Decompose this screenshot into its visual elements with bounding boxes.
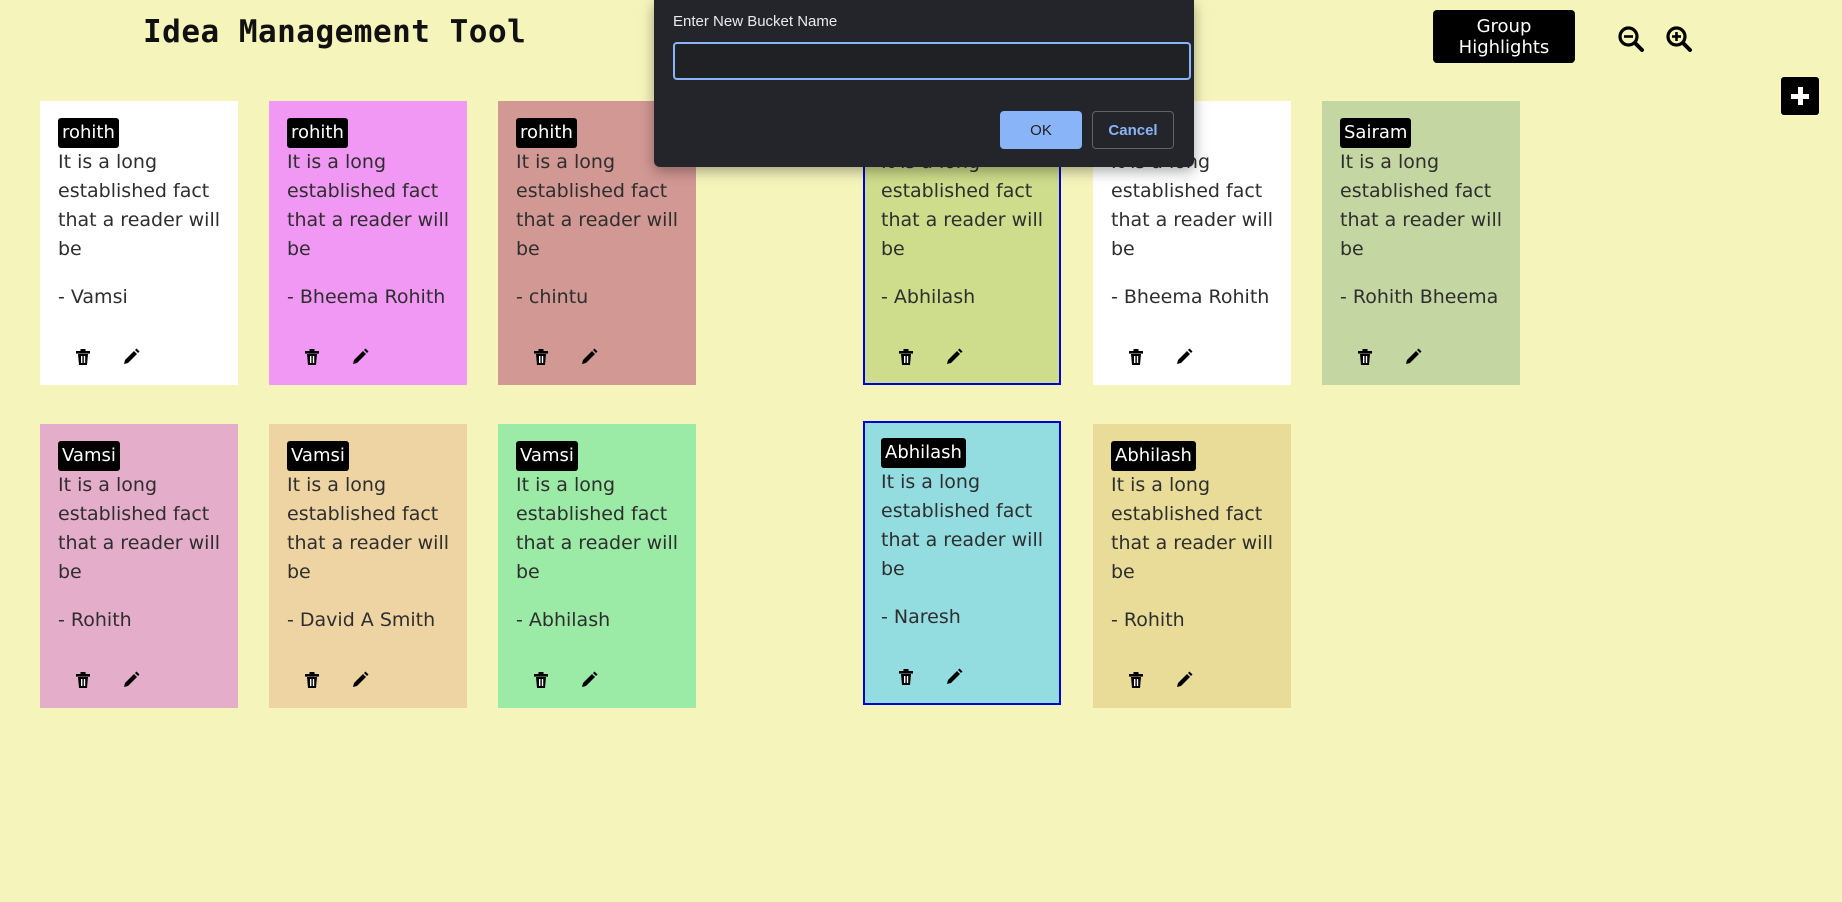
trash-icon[interactable] (1126, 670, 1146, 690)
trash-icon[interactable] (73, 347, 93, 367)
trash-icon[interactable] (302, 670, 322, 690)
card-text: It is a long established fact that a rea… (516, 474, 679, 583)
card-author: - Rohith (1111, 609, 1185, 631)
pencil-icon[interactable] (579, 670, 599, 690)
ok-button[interactable]: OK (1000, 111, 1082, 149)
dialog-prompt: Enter New Bucket Name (673, 13, 838, 30)
card-author: - Vamsi (58, 286, 128, 308)
idea-card[interactable]: Abhilash It is a long established fact th… (1093, 424, 1291, 708)
pencil-icon[interactable] (121, 347, 141, 367)
trash-icon[interactable] (1126, 347, 1146, 367)
card-author: - Abhilash (516, 609, 611, 631)
card-text: It is a long established fact that a rea… (1111, 474, 1274, 583)
idea-card[interactable]: Abhilash It is a long established fact th… (863, 421, 1061, 705)
trash-icon[interactable] (302, 347, 322, 367)
card-author: - Abhilash (881, 286, 976, 308)
pencil-icon[interactable] (121, 670, 141, 690)
card-text: It is a long established fact that a rea… (881, 471, 1044, 580)
card-owner-badge: Sairam (1340, 118, 1412, 148)
pencil-icon[interactable] (350, 347, 370, 367)
card-owner-badge: Vamsi (58, 441, 120, 471)
app-title: Idea Management Tool (143, 14, 527, 50)
pencil-icon[interactable] (1403, 347, 1423, 367)
group-highlights-button[interactable]: Group Highlights (1433, 10, 1575, 63)
card-owner-badge: Vamsi (287, 441, 349, 471)
pencil-icon[interactable] (944, 347, 964, 367)
idea-card[interactable]: rohith It is a long established fact that… (269, 101, 467, 385)
card-owner-badge: Abhilash (1111, 441, 1196, 471)
trash-icon[interactable] (73, 670, 93, 690)
zoom-in-icon[interactable] (1665, 25, 1693, 53)
card-author: - Bheema Rohith (287, 286, 446, 308)
trash-icon[interactable] (896, 347, 916, 367)
zoom-out-icon[interactable] (1617, 25, 1645, 53)
card-text: It is a long established fact that a rea… (1340, 151, 1503, 260)
trash-icon[interactable] (896, 667, 916, 687)
bucket-name-dialog: Enter New Bucket Name OK Cancel (654, 0, 1194, 167)
card-owner-badge: rohith (287, 118, 348, 148)
card-author: - David A Smith (287, 609, 436, 631)
trash-icon[interactable] (531, 347, 551, 367)
card-text: It is a long established fact that a rea… (287, 151, 450, 260)
pencil-icon[interactable] (944, 667, 964, 687)
card-owner-badge: rohith (58, 118, 119, 148)
card-text: It is a long established fact that a rea… (58, 474, 221, 583)
card-text: It is a long established fact that a rea… (58, 151, 221, 260)
idea-card[interactable]: Vamsi It is a long established fact that … (498, 424, 696, 708)
card-owner-badge: Vamsi (516, 441, 578, 471)
card-text: It is a long established fact that a rea… (287, 474, 450, 583)
card-author: - Bheema Rohith (1111, 286, 1270, 308)
pencil-icon[interactable] (579, 347, 599, 367)
trash-icon[interactable] (531, 670, 551, 690)
pencil-icon[interactable] (1174, 670, 1194, 690)
idea-card[interactable]: Sairam It is a long established fact that… (1322, 101, 1520, 385)
card-author: - Rohith Bheema (1340, 286, 1499, 308)
add-card-button[interactable] (1781, 77, 1819, 115)
idea-card[interactable]: Vamsi It is a long established fact that … (269, 424, 467, 708)
card-author: - chintu (516, 286, 589, 308)
pencil-icon[interactable] (350, 670, 370, 690)
trash-icon[interactable] (1355, 347, 1375, 367)
idea-card[interactable]: rohith It is a long established fact that… (40, 101, 238, 385)
card-author: - Naresh (881, 606, 961, 628)
cancel-button[interactable]: Cancel (1092, 111, 1174, 149)
idea-card[interactable]: Vamsi It is a long established fact that … (40, 424, 238, 708)
card-owner-badge: Abhilash (881, 438, 966, 468)
pencil-icon[interactable] (1174, 347, 1194, 367)
card-author: - Rohith (58, 609, 132, 631)
card-owner-badge: rohith (516, 118, 577, 148)
bucket-name-input[interactable] (673, 42, 1191, 80)
